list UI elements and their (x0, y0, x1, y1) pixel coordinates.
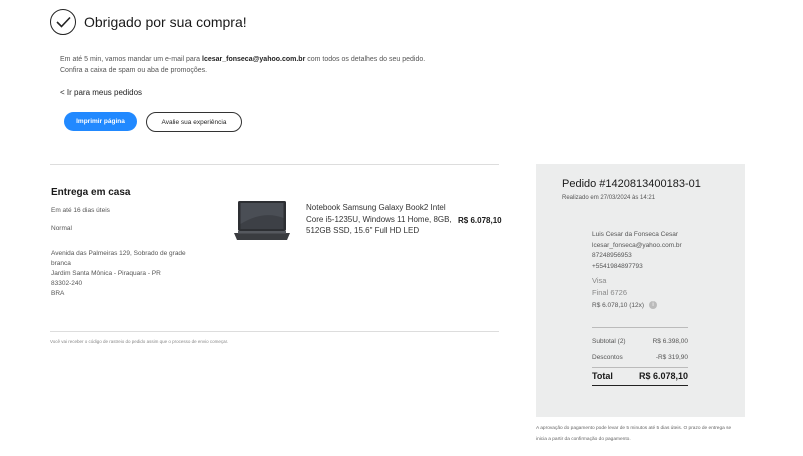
delivery-type: Normal (51, 225, 72, 232)
discount-label: Descontos (592, 354, 623, 361)
discount-row: Descontos -R$ 319,90 (592, 354, 688, 361)
back-to-orders-link[interactable]: < Ir para meus pedidos (60, 88, 142, 97)
review-experience-button[interactable]: Avalie sua experiência (146, 112, 242, 132)
email-text: lcesar_fonseca@yahoo.com.br (202, 56, 306, 63)
check-circle-icon (50, 9, 76, 35)
divider-bottom (50, 331, 499, 332)
product-name: Notebook Samsung Galaxy Book2 Intel Core… (306, 202, 476, 237)
address-country: BRA (51, 290, 65, 297)
spam-message: Confira a caixa de spam ou aba de promoç… (60, 67, 208, 74)
delivery-eta: Em até 16 dias úteis (51, 207, 110, 214)
customer-phone: +5541984897793 (592, 262, 643, 270)
divider-top (50, 164, 499, 165)
total-label: Total (592, 371, 613, 381)
payment-method: Visa (592, 276, 607, 285)
product-price: R$ 6.078,10 (458, 216, 502, 225)
order-number: Pedido #1420813400183-01 (562, 178, 701, 190)
approval-note: A aprovação do pagamento pode levar de 5… (536, 426, 732, 442)
subtotal-value: R$ 6.398,00 (652, 338, 688, 345)
discount-value: -R$ 319,90 (655, 354, 688, 361)
installments-value: R$ 6.078,10 (12x) (592, 302, 645, 309)
laptop-image (233, 200, 291, 242)
product-name-line: 512GB SSD, 15.6" Full HD LED (306, 226, 420, 235)
delivery-address: Avenida das Palmeiras 129, Sobrado de gr… (51, 249, 211, 299)
total-value: R$ 6.078,10 (638, 371, 688, 381)
summary-divider (592, 327, 688, 328)
page-title: Obrigado por sua compra! (84, 14, 247, 30)
card-final: Final 6726 (592, 288, 628, 297)
tracking-note: Você vai receber o código de rastreio do… (50, 339, 229, 344)
subtotal-label: Subtotal (2) (592, 338, 626, 345)
message-text-end: com todos os detalhes do seu pedido. (305, 56, 426, 63)
summary-divider (592, 367, 688, 368)
address-zip: 83302-240 (51, 280, 83, 287)
address-line: branca (51, 260, 71, 267)
product-name-line: Notebook Samsung Galaxy Book2 Intel (306, 203, 446, 212)
address-line: Jardim Santa Mônica - Piraquara - PR (51, 270, 161, 277)
info-icon[interactable]: i (649, 301, 658, 310)
confirmation-message: Em até 5 min, vamos mandar um e-mail par… (60, 54, 480, 76)
print-page-button[interactable]: Imprimir página (64, 112, 137, 131)
order-summary-panel: Pedido #1420813400183-01 Realizado em 27… (536, 164, 745, 417)
delivery-title: Entrega em casa (51, 187, 131, 198)
subtotal-row: Subtotal (2) R$ 6.398,00 (592, 338, 688, 345)
address-line: Avenida das Palmeiras 129, Sobrado de gr… (51, 250, 186, 257)
order-date: Realizado em 27/03/2024 às 14:21 (562, 195, 656, 201)
customer-info: Luis Cesar da Fonseca Cesar lcesar_fonse… (592, 230, 682, 272)
total-row: Total R$ 6.078,10 (592, 371, 688, 381)
customer-email: lcesar_fonseca@yahoo.com.br (592, 241, 682, 249)
installments: R$ 6.078,10 (12x) i (592, 301, 658, 312)
total-underline (592, 385, 688, 386)
customer-phone: 87248956953 (592, 252, 632, 259)
message-text: Em até 5 min, vamos mandar um e-mail par… (60, 56, 202, 63)
customer-name: Luis Cesar da Fonseca Cesar (592, 231, 678, 238)
product-name-line: Core i5-1235U, Windows 11 Home, 8GB, (306, 214, 452, 224)
